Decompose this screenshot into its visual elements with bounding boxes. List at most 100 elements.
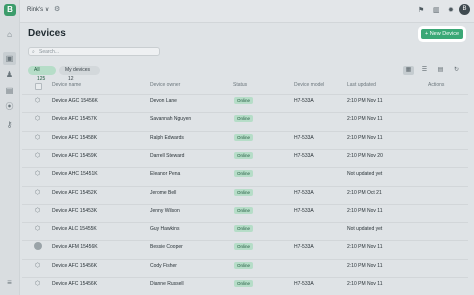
device-owner-cell: Eleanor Pena: [150, 171, 181, 178]
search-input[interactable]: ⌕ Search...: [28, 47, 160, 56]
table-row[interactable]: ⬡ Device AFC 15456K Cody Fisher 2:10 PM Nov…: [22, 258, 468, 273]
device-owner-cell: Darrell Steward: [150, 152, 185, 159]
status-badge: Online: [234, 243, 254, 251]
column-last-updated[interactable]: Last updated: [347, 82, 376, 88]
device-model-cell: H7-533A: [294, 134, 314, 141]
workspace-name: Rink's: [27, 7, 44, 13]
status-badge: Online: [234, 225, 254, 233]
filter-my-devices[interactable]: My devices 12: [59, 66, 100, 82]
home-icon[interactable]: ⌂: [5, 30, 14, 39]
device-owner-cell: Guy Hawkins: [150, 226, 180, 233]
device-name-cell[interactable]: Device AFC 15457K: [52, 116, 97, 122]
table-row[interactable]: Device AFM 15456K Bessie Cooper H7-533A 2:1…: [22, 240, 468, 254]
top-bar: Rink's ∨ ⚙ ⚑ ▥ ✹ B: [20, 0, 474, 23]
table-row[interactable]: ⬡ Device AFC 15459K Darrell Steward H7-533A…: [22, 148, 468, 163]
table-row[interactable]: ⬡ Device AGC 15456K Devon Lane H7-533A 2:10 …: [22, 94, 468, 108]
page-title: Devices: [28, 28, 66, 39]
table-row[interactable]: ⬡ Device ALC 15455K Guy Hawkins Not updated…: [22, 222, 468, 236]
device-model-cell: H7-533A: [294, 152, 314, 159]
device-owner-cell: Dianne Russell: [150, 281, 184, 287]
settings-icon[interactable]: ✹: [448, 6, 454, 14]
device-owner-cell: Bessie Cooper: [150, 244, 183, 251]
device-name-cell[interactable]: Device AFC 15456K: [52, 281, 97, 287]
device-icon: ⬡: [35, 281, 41, 287]
key-icon[interactable]: ⚷: [5, 120, 14, 129]
table-row[interactable]: ⬡ Device AFC 15458K Ralph Edwards H7-533A 2:…: [22, 130, 468, 145]
column-status[interactable]: Status: [233, 82, 247, 88]
status-badge: Online: [234, 206, 254, 214]
device-name-cell[interactable]: Device AFM 15456K: [52, 244, 98, 250]
app-logo[interactable]: B: [4, 4, 16, 16]
gear-icon[interactable]: ⚙: [54, 5, 60, 13]
status-badge: Online: [234, 261, 254, 269]
new-device-button[interactable]: + New Device: [421, 29, 463, 39]
device-icon: ⬡: [35, 189, 41, 196]
column-device-model[interactable]: Device model: [294, 82, 324, 88]
grid-view-icon[interactable]: ▦: [403, 66, 414, 75]
last-updated-cell: 2:10 PM Nov 11: [347, 134, 383, 141]
device-name-cell[interactable]: Device AFC 15453K: [52, 208, 97, 214]
table-row[interactable]: ⬡ Device AFC 15456K Dianne Russell H7-533A 2…: [22, 277, 468, 291]
status-badge: Online: [234, 151, 254, 159]
device-name-cell[interactable]: Device AFC 15459K: [52, 153, 97, 159]
table-row[interactable]: ⬡ Device AHC 15451K Eleanor Pena Not update…: [22, 167, 468, 181]
avatar[interactable]: B: [459, 4, 470, 15]
device-name-cell[interactable]: Device AFC 15452K: [52, 190, 97, 196]
flag-icon[interactable]: ⚑: [418, 6, 424, 14]
last-updated-cell: 2:10 PM Nov 11: [347, 281, 383, 287]
table-row[interactable]: ⬡ Device AFC 15457K Savannah Nguyen 2:10 PM…: [22, 112, 468, 126]
search-icon: ⌕: [32, 49, 35, 55]
compact-view-icon[interactable]: ▤: [435, 66, 446, 75]
devices-icon[interactable]: ▣: [3, 52, 16, 65]
select-all-checkbox[interactable]: [35, 83, 42, 90]
search-placeholder: Search...: [39, 49, 60, 55]
chevron-down-icon: ∨: [44, 7, 50, 13]
last-updated-cell: 2:10 PM Nov 11: [347, 116, 383, 123]
device-icon: ⬡: [35, 207, 41, 214]
users-icon[interactable]: ♟: [5, 70, 14, 79]
status-badge: Online: [234, 280, 254, 287]
last-updated-cell: 2:10 PM Oct 21: [347, 189, 382, 196]
device-owner-cell: Jenny Wilson: [150, 207, 180, 214]
filter-all-label: All: [34, 67, 40, 73]
last-updated-cell: 2:10 PM Nov 11: [347, 98, 383, 104]
left-sidebar: B ⌂ ▣ ♟ ▤ ⦿ ⚷ ≡: [0, 0, 20, 295]
column-device-owner[interactable]: Device owner: [150, 82, 180, 88]
table-row[interactable]: ⬡ Device AFC 15453K Jenny Wilson H7-533A 2:1…: [22, 203, 468, 218]
device-model-cell: H7-533A: [294, 207, 314, 214]
filter-all[interactable]: All 125: [28, 66, 56, 82]
book-icon[interactable]: ▥: [433, 6, 440, 14]
device-icon: ⬡: [35, 226, 41, 233]
device-owner-cell: Ralph Edwards: [150, 134, 184, 141]
workspace-switcher[interactable]: Rink's ∨: [27, 6, 49, 13]
device-model-cell: H7-533A: [294, 281, 314, 287]
device-model-cell: H7-533A: [294, 244, 314, 251]
last-updated-cell: 2:10 PM Nov 20: [347, 152, 383, 159]
location-icon[interactable]: ⦿: [5, 102, 14, 111]
list-view-icon[interactable]: ☰: [419, 66, 430, 75]
device-name-cell[interactable]: Device ALC 15455K: [52, 226, 97, 232]
table-row[interactable]: ⬡ Device AFC 15452K Jerome Bell H7-533A 2:10…: [22, 185, 468, 200]
device-name-cell[interactable]: Device AFC 15458K: [52, 135, 97, 141]
device-image-icon: [34, 242, 42, 251]
status-badge: Online: [234, 97, 254, 104]
device-owner-cell: Savannah Nguyen: [150, 116, 192, 123]
device-icon: ⬡: [35, 98, 41, 104]
menu-icon[interactable]: ≡: [5, 278, 14, 287]
device-icon: ⬡: [35, 262, 41, 269]
status-badge: Online: [234, 115, 254, 123]
device-name-cell[interactable]: Device AFC 15456K: [52, 263, 97, 269]
last-updated-cell: 2:10 PM Nov 11: [347, 262, 383, 269]
device-name-cell[interactable]: Device AHC 15451K: [52, 171, 98, 177]
device-icon: ⬡: [35, 152, 41, 159]
document-icon[interactable]: ▤: [5, 86, 14, 95]
column-device-name[interactable]: Device name: [52, 82, 81, 88]
device-model-cell: H7-533A: [294, 98, 314, 104]
status-badge: Online: [234, 170, 254, 178]
device-icon: ⬡: [35, 171, 41, 178]
device-name-cell[interactable]: Device AGC 15456K: [52, 98, 98, 104]
last-updated-cell: 2:10 PM Nov 11: [347, 207, 383, 214]
device-icon: ⬡: [35, 116, 41, 123]
refresh-icon[interactable]: ↻: [451, 66, 462, 75]
device-icon: ⬡: [35, 134, 41, 141]
